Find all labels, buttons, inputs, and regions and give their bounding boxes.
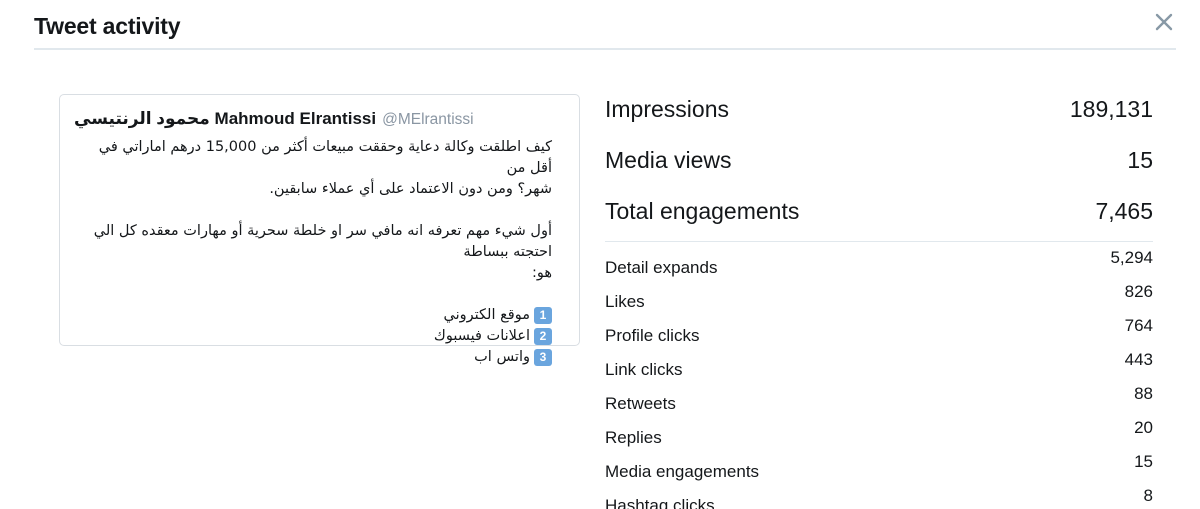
keycap-3-icon: 3 bbox=[534, 348, 552, 366]
stat-value: 189,131 bbox=[1069, 96, 1153, 122]
keycap-1-icon: 1 bbox=[534, 306, 552, 324]
tweet-line: أول شيء مهم تعرفه انه مافي سر او خلطة سح… bbox=[93, 223, 552, 260]
tweet-author-name[interactable]: محمود الرنتيسي Mahmoud Elrantissi bbox=[74, 109, 376, 129]
tweet-list-item: 2اعلانات فيسبوك bbox=[88, 326, 552, 347]
stat-label: Replies bbox=[605, 428, 662, 447]
stat-label: Hashtag clicks bbox=[605, 496, 715, 509]
tweet-list-item: 3واتس اب bbox=[88, 347, 552, 368]
stat-value: 5,294 bbox=[1110, 248, 1153, 267]
stat-value: 7,465 bbox=[1095, 198, 1153, 224]
tweet-list-text: واتس اب bbox=[474, 349, 530, 365]
stat-label: Media views bbox=[605, 147, 732, 173]
tweet-list-text: موقع الكتروني bbox=[443, 307, 530, 323]
stat-label: Media engagements bbox=[605, 462, 760, 481]
tweet-author: محمود الرنتيسي Mahmoud Elrantissi @MElra… bbox=[74, 109, 565, 129]
tweet-line: شهر؟ ومن دون الاعتماد على أي عملاء سابقي… bbox=[269, 181, 552, 197]
tweet-text: كيف اطلقت وكالة دعاية وحققت مبيعات أكثر … bbox=[88, 137, 552, 368]
stat-value: 15 bbox=[1134, 452, 1153, 471]
divider bbox=[605, 241, 1153, 242]
stat-replies: Replies 20 bbox=[605, 414, 1153, 448]
stat-likes: Likes 826 bbox=[605, 278, 1153, 312]
stat-label: Retweets bbox=[605, 394, 676, 413]
stat-retweets: Retweets 88 bbox=[605, 380, 1153, 414]
stat-detail-expands: Detail expands 5,294 bbox=[605, 244, 1153, 278]
stat-total-engagements: Total engagements 7,465 bbox=[605, 186, 1153, 237]
stat-value: 20 bbox=[1134, 418, 1153, 437]
stat-label: Likes bbox=[605, 292, 645, 311]
stat-media-engagements: Media engagements 15 bbox=[605, 448, 1153, 482]
stat-link-clicks: Link clicks 443 bbox=[605, 346, 1153, 380]
stat-label: Impressions bbox=[605, 96, 729, 122]
modal-title: Tweet activity bbox=[34, 13, 181, 39]
modal-header: Tweet activity bbox=[34, 0, 1176, 50]
stat-label: Total engagements bbox=[605, 198, 800, 224]
stat-label: Link clicks bbox=[605, 360, 683, 379]
stats-panel: Impressions 189,131 Media views 15 Total… bbox=[605, 84, 1153, 509]
tweet-list-text: اعلانات فيسبوك bbox=[433, 328, 530, 344]
stat-impressions: Impressions 189,131 bbox=[605, 84, 1153, 135]
stat-label: Detail expands bbox=[605, 258, 718, 277]
tweet-author-handle[interactable]: @MElrantissi bbox=[382, 111, 474, 129]
tweet-card[interactable]: محمود الرنتيسي Mahmoud Elrantissi @MElra… bbox=[59, 94, 580, 366]
stat-media-views: Media views 15 bbox=[605, 135, 1153, 186]
stat-value: 443 bbox=[1124, 350, 1153, 369]
tweet-list-item: 1موقع الكتروني bbox=[88, 305, 552, 326]
stat-value: 764 bbox=[1124, 316, 1153, 335]
tweet-line: كيف اطلقت وكالة دعاية وحققت مبيعات أكثر … bbox=[98, 139, 552, 176]
stat-value: 826 bbox=[1124, 282, 1153, 301]
stat-value: 15 bbox=[1127, 147, 1153, 173]
stat-label: Profile clicks bbox=[605, 326, 700, 345]
stat-value: 8 bbox=[1143, 486, 1153, 505]
keycap-2-icon: 2 bbox=[534, 327, 552, 345]
tweet-line: هو: bbox=[531, 265, 552, 281]
stat-value: 88 bbox=[1134, 384, 1153, 403]
stat-hashtag-clicks: Hashtag clicks 8 bbox=[605, 482, 1153, 509]
close-icon[interactable] bbox=[1152, 10, 1176, 34]
stat-profile-clicks: Profile clicks 764 bbox=[605, 312, 1153, 346]
